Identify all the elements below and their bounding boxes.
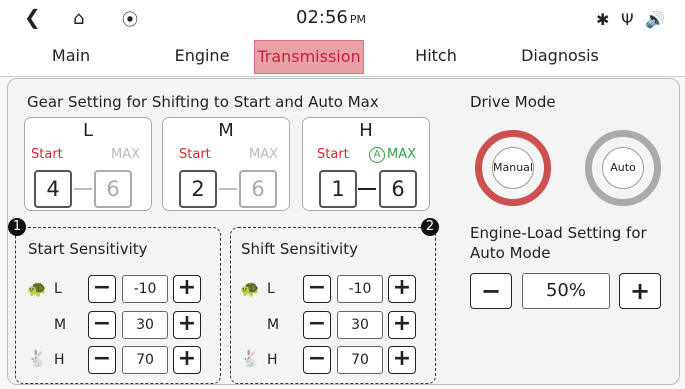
max-label: MAX: [249, 147, 279, 162]
decrease-button[interactable]: −: [88, 311, 116, 339]
sensitivity-value: 70: [337, 346, 383, 374]
sensitivity-value: 30: [122, 311, 168, 339]
max-label: MAX: [111, 147, 141, 162]
gear-card-m: M Start MAX 2 6: [162, 117, 290, 211]
clock-time: 02:56: [296, 7, 348, 28]
increase-button[interactable]: +: [388, 346, 416, 374]
gear-label: L: [82, 120, 94, 141]
gear-label: M: [218, 120, 234, 141]
decrease-button[interactable]: −: [303, 311, 331, 339]
start-label: Start: [317, 147, 349, 162]
drive-mode-title: Drive Mode: [470, 93, 556, 111]
gear-connector: [358, 188, 376, 190]
status-bar: ❮ ⌂ ⦿ 02:56 PM ✱ Ψ 🔊: [0, 0, 685, 37]
home-icon[interactable]: ⌂: [73, 7, 84, 31]
sensitivity-value: 70: [122, 346, 168, 374]
gear-label: H: [359, 120, 373, 141]
back-chevron-icon[interactable]: ❮: [24, 5, 41, 29]
bluetooth-icon: ✱: [596, 10, 610, 29]
auto-mode-button[interactable]: Auto: [585, 130, 661, 206]
tab-diagnosis[interactable]: Diagnosis: [517, 40, 603, 72]
shift-sensitivity-title: Shift Sensitivity: [241, 240, 358, 258]
shift-sensitivity-panel: 2 Shift Sensitivity 🐢 L − -10 + M − 30 +…: [230, 218, 439, 384]
decrease-button[interactable]: −: [303, 346, 331, 374]
start-gear-value[interactable]: 4: [34, 170, 72, 208]
rabbit-icon: 🐇: [240, 349, 260, 368]
tab-engine[interactable]: Engine: [167, 40, 237, 72]
max-label: MAX: [387, 147, 417, 162]
tab-bar: Main Engine Transmission Hitch Diagnosis: [0, 36, 685, 77]
engine-load-title-line1: Engine-Load Setting for: [470, 224, 647, 242]
rabbit-icon: 🐇: [27, 349, 47, 368]
turtle-icon: 🐢: [240, 279, 260, 298]
increase-button[interactable]: +: [173, 275, 201, 303]
row-label: H: [267, 352, 278, 368]
increase-button[interactable]: +: [388, 275, 416, 303]
decrease-button[interactable]: −: [88, 346, 116, 374]
start-sensitivity-panel: 1 Start Sensitivity 🐢 L − -10 + M − 30 +…: [8, 218, 221, 384]
clock-meridiem: PM: [349, 13, 366, 26]
volume-icon[interactable]: 🔊: [645, 8, 665, 32]
increase-button[interactable]: +: [388, 311, 416, 339]
engine-load-title-line2: Auto Mode: [470, 244, 551, 262]
sensitivity-value: -10: [337, 275, 383, 303]
row-label: L: [54, 281, 62, 297]
row-label: H: [54, 352, 65, 368]
usb-icon: Ψ: [621, 10, 634, 29]
tab-hitch[interactable]: Hitch: [408, 40, 464, 72]
manual-label: Manual: [492, 147, 534, 189]
gear-card-h: H Start A MAX 1 6: [302, 117, 430, 211]
start-gear-value[interactable]: 2: [179, 170, 217, 208]
gear-connector: [219, 188, 237, 190]
start-gear-value[interactable]: 1: [319, 170, 357, 208]
tab-transmission[interactable]: Transmission: [254, 40, 364, 74]
tab-main[interactable]: Main: [38, 40, 104, 72]
gear-setting-title: Gear Setting for Shifting to Start and A…: [27, 93, 379, 111]
decrease-button[interactable]: −: [88, 275, 116, 303]
max-gear-value[interactable]: 6: [379, 170, 417, 208]
auto-label: Auto: [602, 147, 644, 189]
row-label: M: [54, 317, 67, 333]
badge-2: 2: [421, 218, 439, 236]
start-label: Start: [31, 147, 63, 162]
max-gear-value[interactable]: 6: [239, 170, 277, 208]
badge-1: 1: [8, 218, 26, 236]
engine-load-decrease-button[interactable]: −: [470, 273, 512, 309]
row-label: L: [267, 281, 275, 297]
increase-button[interactable]: +: [173, 311, 201, 339]
transmission-screen: ❮ ⌂ ⦿ 02:56 PM ✱ Ψ 🔊 Main Engine Transmis…: [0, 0, 685, 389]
broadcast-icon: ⦿: [122, 10, 139, 29]
decrease-button[interactable]: −: [303, 275, 331, 303]
max-gear-value[interactable]: 6: [94, 170, 132, 208]
start-label: Start: [179, 147, 211, 162]
clock: 02:56 PM: [296, 7, 366, 28]
gear-connector: [74, 188, 92, 190]
sensitivity-value: 30: [337, 311, 383, 339]
engine-load-increase-button[interactable]: +: [619, 273, 661, 309]
turtle-icon: 🐢: [27, 279, 47, 298]
sensitivity-value: -10: [122, 275, 168, 303]
gear-card-l: L Start MAX 4 6: [24, 117, 152, 211]
increase-button[interactable]: +: [173, 346, 201, 374]
row-label: M: [267, 317, 280, 333]
manual-mode-button[interactable]: Manual: [475, 130, 551, 206]
auto-max-icon: A: [369, 147, 385, 163]
start-sensitivity-title: Start Sensitivity: [28, 240, 148, 258]
engine-load-value: 50%: [522, 273, 610, 309]
